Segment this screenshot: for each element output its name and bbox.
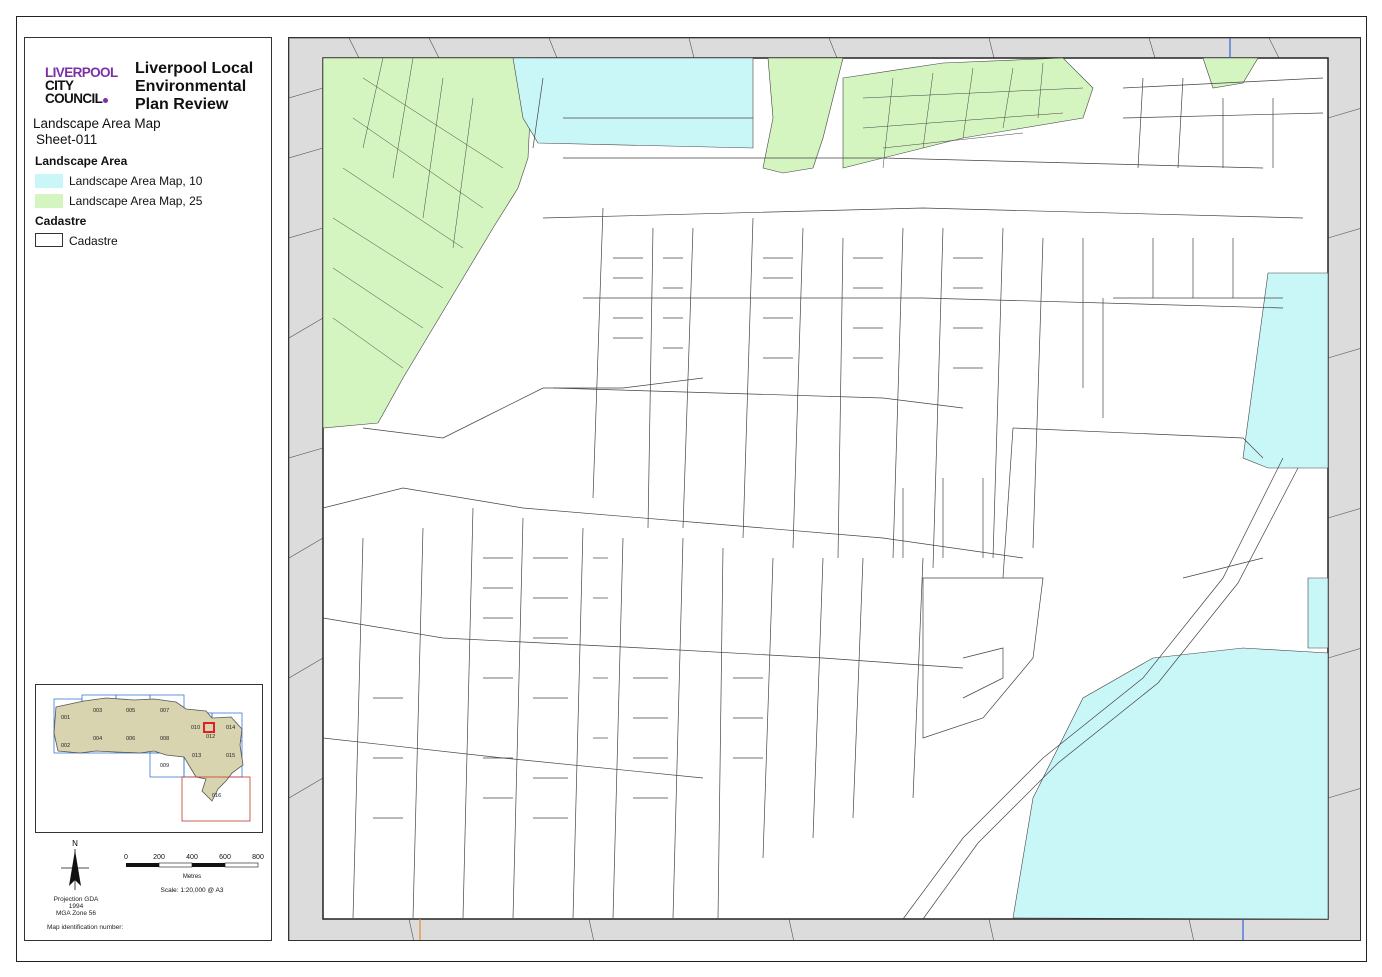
tile-016: 016 bbox=[212, 793, 221, 799]
cadastre-map[interactable] bbox=[289, 38, 1361, 941]
legend-label-cadastre: Cadastre bbox=[69, 234, 118, 248]
tile-004: 004 bbox=[93, 736, 102, 742]
map-subtitle: Landscape Area Map Sheet-011 bbox=[33, 116, 161, 148]
overview-map-graphic: 001 002 003 004 005 006 007 008 009 010 … bbox=[53, 694, 251, 822]
scale-tick-400: 400 bbox=[186, 854, 198, 861]
tile-014: 014 bbox=[226, 725, 235, 731]
legend-section-cadastre: Cadastre bbox=[35, 214, 87, 228]
overview-map: 001 002 003 004 005 006 007 008 009 010 … bbox=[35, 684, 263, 833]
projection-info: Projection GDA 1994 MGA Zone 56 bbox=[53, 896, 99, 917]
tile-015: 015 bbox=[226, 753, 235, 759]
map-name: Landscape Area Map bbox=[33, 116, 161, 131]
scale-area: N 0 200 400 600 800 Metres Scale: 1:20,0… bbox=[25, 838, 273, 938]
tile-005: 005 bbox=[126, 708, 135, 714]
map-id-label: Map identification number: bbox=[47, 924, 124, 931]
north-label: N bbox=[72, 839, 78, 848]
council-logo: LIVERPOOL CITY COUNCIL bbox=[45, 65, 118, 106]
legend-panel: LIVERPOOL CITY COUNCIL Liverpool Local E… bbox=[24, 37, 272, 941]
tile-013: 013 bbox=[192, 753, 201, 759]
legend-label-landscape-25: Landscape Area Map, 25 bbox=[69, 194, 203, 208]
scale-unit: Metres bbox=[183, 874, 201, 880]
scale-tick-600: 600 bbox=[219, 854, 231, 861]
tile-003: 003 bbox=[93, 708, 102, 714]
map-frame[interactable] bbox=[288, 37, 1361, 941]
scale-tick-200: 200 bbox=[153, 854, 165, 861]
scale-tick-800: 800 bbox=[252, 854, 264, 861]
tile-001: 001 bbox=[61, 715, 70, 721]
tile-010: 010 bbox=[191, 725, 200, 731]
legend-swatch-cadastre bbox=[35, 233, 63, 247]
north-arrow-icon: N 0 200 400 600 800 Metres Scale: 1:20,0… bbox=[61, 839, 264, 894]
tile-007: 007 bbox=[160, 708, 169, 714]
tile-002: 002 bbox=[61, 743, 70, 749]
sheet-number: Sheet-011 bbox=[36, 132, 98, 147]
tile-006: 006 bbox=[126, 736, 135, 742]
legend-section-landscape: Landscape Area bbox=[35, 154, 128, 168]
scale-text: Scale: 1:20,000 @ A3 bbox=[161, 887, 224, 894]
legend-label-landscape-10: Landscape Area Map, 10 bbox=[69, 174, 203, 188]
map-title: Liverpool Local Environmental Plan Revie… bbox=[135, 60, 254, 113]
scale-tick-0: 0 bbox=[124, 854, 128, 861]
tile-012: 012 bbox=[206, 734, 215, 740]
tile-008: 008 bbox=[160, 736, 169, 742]
tile-009: 009 bbox=[160, 763, 169, 769]
legend-swatch-landscape-10 bbox=[35, 174, 63, 188]
legend-swatch-landscape-25 bbox=[35, 194, 63, 208]
